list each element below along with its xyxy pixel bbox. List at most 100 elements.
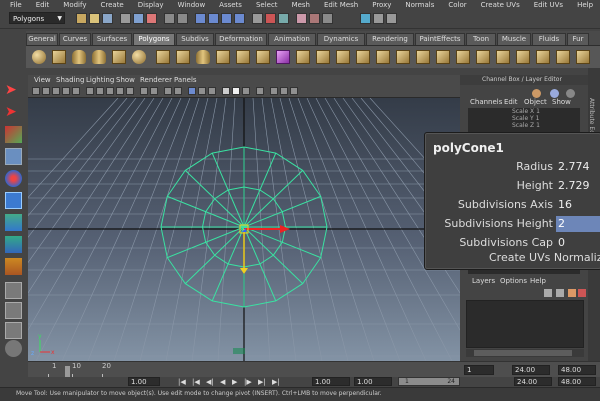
menu-mesh[interactable]: Mesh [285,0,317,10]
snap-to-point-icon[interactable] [221,13,232,24]
tab-fur[interactable]: Fur [567,33,589,45]
playback-end-range-field[interactable]: 24.00 [514,377,552,386]
layers-menu-options[interactable]: Options [500,276,527,286]
layer-list[interactable] [466,300,584,348]
gate-mask-icon[interactable] [116,87,124,95]
wireframe-icon[interactable] [164,87,172,95]
step-forward-frame-button[interactable]: |▶ [244,377,252,387]
tab-curves[interactable]: Curves [59,33,91,45]
snap-to-curve-icon[interactable] [208,13,219,24]
tab-dynamics[interactable]: Dynamics [317,33,365,45]
menu-assets[interactable]: Assets [212,0,249,10]
manip-y-arrowhead[interactable] [240,268,248,274]
menu-help[interactable]: Help [570,0,600,10]
move-layer-up-icon[interactable] [544,289,552,297]
viewport-menu-panels[interactable]: Panels [174,75,197,85]
render-settings-icon[interactable] [296,13,307,24]
menu-select[interactable]: Select [249,0,285,10]
channel-row[interactable]: Scale Y 1 [468,115,580,122]
scrollbar-thumb[interactable] [474,350,572,356]
manipulator-tool-icon[interactable] [5,214,22,231]
split-polygon-icon[interactable] [476,50,490,64]
channel-box-toggle-icon[interactable] [373,13,384,24]
safe-title-icon[interactable] [150,87,158,95]
animation-end-range-field[interactable]: 48.00 [558,377,596,386]
menu-color[interactable]: Color [441,0,473,10]
subdivisions-height-field[interactable]: 2 [556,216,600,232]
cb-menu-object[interactable]: Object [524,97,547,107]
cb-menu-channels[interactable]: Channels [470,97,502,107]
lasso-tool-icon[interactable]: ➤ [5,104,22,121]
tab-polygons[interactable]: Polygons [133,33,175,45]
soft-mod-tool-icon[interactable] [5,236,22,253]
ipr-render-icon[interactable] [278,13,289,24]
layers-menu-layers[interactable]: Layers [472,276,495,286]
layer-list-scrollbar[interactable] [466,349,584,357]
perspective-viewport[interactable]: y x z [28,98,460,361]
rotate-tool-icon[interactable] [5,170,22,187]
image-plane-icon[interactable] [62,87,70,95]
hypergraph-layout-icon[interactable] [5,340,22,357]
poly-torus-icon[interactable] [132,50,146,64]
tab-muscle[interactable]: Muscle [497,33,531,45]
new-layer-icon[interactable] [568,289,576,297]
menu-set-select[interactable]: Polygons ▼ [9,12,65,24]
offset-edge-loop-icon[interactable] [516,50,530,64]
cb-menu-edit[interactable]: Edit [504,97,518,107]
playback-range-slider[interactable]: 1 24 [398,377,460,386]
channel-row[interactable]: Scale Z 1 [468,122,580,129]
extract-icon[interactable] [316,50,330,64]
playback-start-field[interactable]: 1.00 [312,377,350,386]
poly-cube-icon[interactable] [52,50,66,64]
high-quality-icon[interactable] [270,87,278,95]
combine-icon[interactable] [276,50,290,64]
insert-edge-loop-icon[interactable] [496,50,510,64]
tab-painteffects[interactable]: PaintEffects [415,33,465,45]
poly-prism-icon[interactable] [156,50,170,64]
safe-action-icon[interactable] [140,87,148,95]
select-hierarchy-icon[interactable] [120,13,131,24]
poly-cone-icon[interactable] [92,50,106,64]
subdivisions-cap-field[interactable]: 0 [556,235,600,251]
sidebar-toggle-icon[interactable] [360,13,371,24]
menu-edit[interactable]: Edit [29,0,57,10]
tab-fluids[interactable]: Fluids [532,33,566,45]
tab-surfaces[interactable]: Surfaces [92,33,132,45]
menu-create[interactable]: Create [93,0,130,10]
go-to-start-button[interactable]: |◀ [178,377,186,387]
bevel-icon[interactable] [456,50,470,64]
render-icon[interactable] [265,13,276,24]
time-slider[interactable]: 1 10 20 [28,361,460,378]
poly-soccer-icon[interactable] [236,50,250,64]
open-scene-icon[interactable] [89,13,100,24]
poly-platonic-icon[interactable] [256,50,270,64]
viewport-canvas[interactable]: y x z [28,98,460,361]
cb-menu-show[interactable]: Show [552,97,571,107]
wireframe-on-shaded-icon[interactable] [198,87,206,95]
viewport-menu-renderer[interactable]: Renderer [140,75,172,85]
checker-icon[interactable] [576,50,590,64]
shadows-icon[interactable] [242,87,250,95]
2d-pan-zoom-icon[interactable] [72,87,80,95]
select-by-handle-icon[interactable] [164,13,175,24]
menu-display[interactable]: Display [131,0,171,10]
backface-icon[interactable] [290,87,298,95]
playback-end-field[interactable]: 24.00 [512,365,550,375]
play-forwards-button[interactable]: ▶ [232,377,237,387]
field-chart-icon[interactable] [126,87,134,95]
xray-icon[interactable] [208,87,216,95]
select-by-joint-icon[interactable] [177,13,188,24]
animation-end-field[interactable]: 48.00 [558,365,596,375]
poly-pyramid-icon[interactable] [176,50,190,64]
use-all-lights-icon[interactable] [232,87,240,95]
smooth-icon[interactable] [336,50,350,64]
snap-to-plane-icon[interactable] [234,13,245,24]
menu-edit-uvs[interactable]: Edit UVs [527,0,570,10]
tab-deformation[interactable]: Deformation [215,33,267,45]
camera-attributes-icon[interactable] [42,87,50,95]
height-field[interactable]: 2.729 [556,178,600,194]
new-scene-icon[interactable] [76,13,87,24]
use-default-material-icon[interactable] [188,87,196,95]
viewport-menu-lighting[interactable]: Lighting [86,75,114,85]
poly-cylinder-icon[interactable] [72,50,86,64]
